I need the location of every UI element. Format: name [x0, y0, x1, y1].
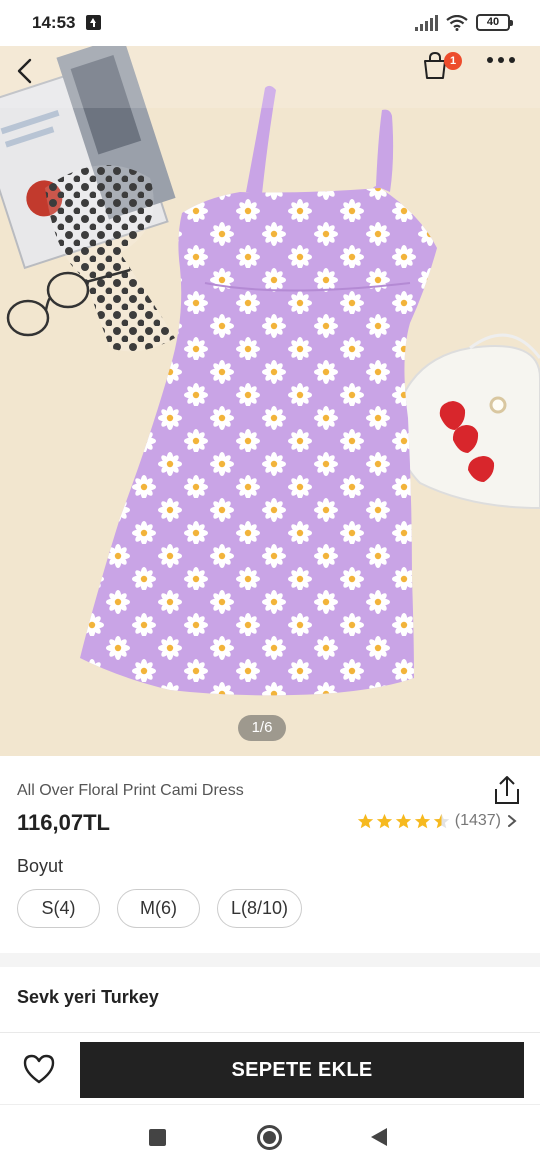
rating-stars: [357, 813, 450, 830]
size-label: Boyut: [17, 856, 64, 876]
back-nav-icon[interactable]: [371, 1128, 387, 1146]
status-time: 14:53: [32, 13, 76, 32]
rating[interactable]: (1437): [357, 812, 518, 830]
upload-icon: [86, 15, 101, 30]
more-button[interactable]: [486, 56, 530, 96]
star-half-icon: [433, 813, 449, 828]
heart-icon: [23, 1054, 55, 1084]
wishlist-button[interactable]: [22, 1053, 58, 1087]
size-option-s[interactable]: S(4): [17, 889, 100, 928]
battery-icon: 40: [476, 14, 513, 31]
signal-icon: [415, 14, 438, 31]
product-title: All Over Floral Print Cami Dress: [17, 782, 244, 799]
product-price: 116,07TL: [17, 810, 110, 835]
home-icon[interactable]: [257, 1125, 282, 1150]
star-icon: [395, 813, 411, 828]
status-icons: 40: [415, 14, 513, 31]
straw-bag: [393, 333, 540, 510]
size-option-l[interactable]: L(8/10): [217, 889, 302, 928]
product-photo: [0, 38, 540, 696]
product-image-carousel[interactable]: 1 1/6: [0, 38, 540, 756]
size-selector: S(4) M(6) L(8/10): [17, 889, 302, 928]
cart-button[interactable]: 1: [420, 50, 464, 94]
share-button[interactable]: [492, 774, 522, 806]
cart-badge: 1: [444, 52, 462, 70]
recent-apps-icon[interactable]: [149, 1129, 166, 1146]
star-icon: [357, 813, 373, 828]
size-option-m[interactable]: M(6): [117, 889, 200, 928]
chevron-left-icon: [17, 58, 32, 84]
more-horizontal-icon: [487, 57, 515, 63]
star-icon: [414, 813, 430, 828]
wifi-icon: [446, 14, 468, 31]
status-bar: 14:53 40: [0, 0, 540, 46]
section-divider: [0, 953, 540, 967]
bottom-action-bar: SEPETE EKLE: [0, 1033, 540, 1105]
rating-count: (1437): [454, 812, 501, 829]
chevron-right-icon: [508, 815, 517, 827]
shipping-origin: Sevk yeri Turkey: [17, 987, 159, 1007]
star-icon: [376, 813, 392, 828]
share-icon: [495, 776, 519, 804]
add-to-cart-button[interactable]: SEPETE EKLE: [80, 1042, 524, 1098]
back-button[interactable]: [14, 56, 54, 96]
system-nav-bar: [0, 1105, 540, 1170]
image-page-indicator: 1/6: [238, 715, 286, 741]
